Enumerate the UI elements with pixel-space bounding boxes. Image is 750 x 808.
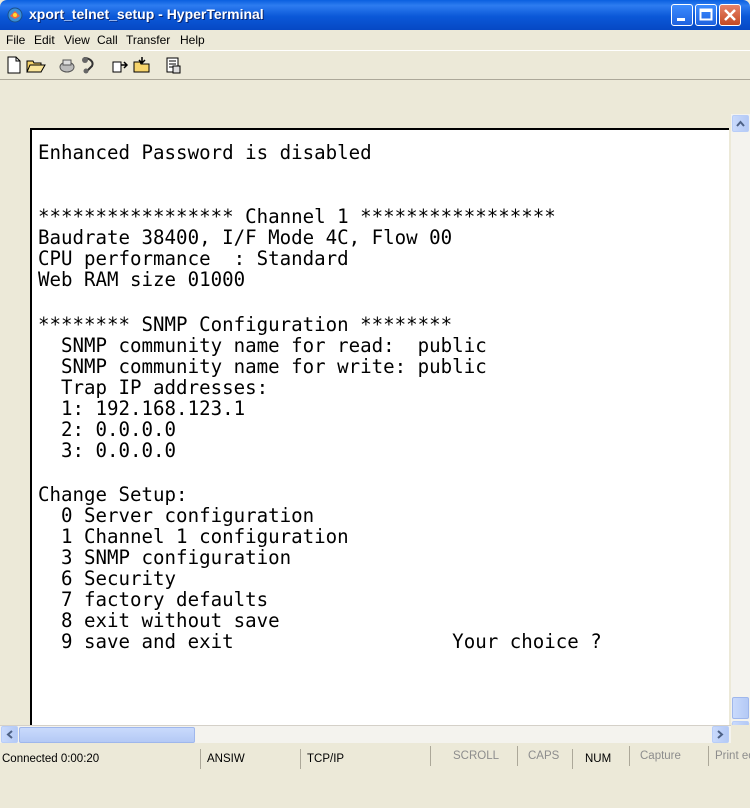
terminal-line: 7 factory defaults xyxy=(38,588,269,611)
vertical-scrollbar[interactable] xyxy=(731,114,750,738)
minimize-button[interactable] xyxy=(671,4,693,26)
menu-edit[interactable]: Edit xyxy=(34,33,55,47)
terminal-line: SNMP community name for write: public xyxy=(38,355,487,378)
terminal-line: ***************** Channel 1 ************… xyxy=(38,205,556,228)
chevron-right-icon xyxy=(717,730,724,739)
terminal-line: 1 Channel 1 configuration xyxy=(38,525,349,548)
scroll-left-button[interactable] xyxy=(1,726,18,743)
vertical-scroll-thumb[interactable] xyxy=(732,697,749,719)
terminal-line: CPU performance : Standard xyxy=(38,247,349,270)
terminal-line: Trap IP addresses: xyxy=(38,376,269,399)
menu-call[interactable]: Call xyxy=(97,33,118,47)
properties-icon[interactable] xyxy=(164,56,182,74)
horizontal-scroll-thumb[interactable] xyxy=(19,727,195,743)
maximize-button[interactable] xyxy=(695,4,717,26)
terminal-line: 8 exit without save xyxy=(38,609,280,632)
status-protocol: TCP/IP xyxy=(300,749,430,769)
menu-help[interactable]: Help xyxy=(180,33,205,47)
status-num: NUM xyxy=(572,749,629,769)
terminal-line: 2: 0.0.0.0 xyxy=(38,418,177,441)
status-caps: CAPS xyxy=(517,746,572,766)
receive-icon[interactable] xyxy=(133,56,151,74)
terminal-line: 1: 192.168.123.1 xyxy=(38,397,246,420)
status-bar: Connected 0:00:20 ANSIW TCP/IP SCROLL CA… xyxy=(0,743,750,808)
status-emulation: ANSIW xyxy=(200,749,300,769)
new-icon[interactable] xyxy=(5,56,23,74)
terminal-line: 0 Server configuration xyxy=(38,504,315,527)
status-print-echo: Print echo xyxy=(708,746,750,766)
toolbar xyxy=(0,50,750,80)
disconnect-icon[interactable] xyxy=(58,56,76,74)
connect-icon[interactable] xyxy=(80,56,98,74)
terminal-line: Web RAM size 01000 xyxy=(38,268,246,291)
terminal-line: 6 Security xyxy=(38,567,177,590)
menu-transfer[interactable]: Transfer xyxy=(126,33,170,47)
menu-bar: File Edit View Call Transfer Help xyxy=(0,30,750,50)
terminal-line: ******** SNMP Configuration ******** xyxy=(38,313,453,336)
status-scroll: SCROLL xyxy=(430,746,517,766)
status-capture: Capture xyxy=(629,746,708,766)
terminal-line: SNMP community name for read: public xyxy=(38,334,487,357)
scrollbar-corner xyxy=(731,725,750,743)
terminal-screen[interactable]: Enhanced Password is disabled **********… xyxy=(30,128,729,725)
terminal-line: Baudrate 38400, I/F Mode 4C, Flow 00 xyxy=(38,226,453,249)
close-button[interactable] xyxy=(719,4,741,26)
scroll-up-button[interactable] xyxy=(732,115,749,132)
open-icon[interactable] xyxy=(26,56,46,74)
scroll-right-button[interactable] xyxy=(712,726,729,743)
window-title: xport_telnet_setup - HyperTerminal xyxy=(29,6,264,22)
terminal-line: Change Setup: xyxy=(38,483,188,506)
horizontal-scrollbar[interactable] xyxy=(0,725,731,744)
status-connected: Connected 0:00:20 xyxy=(2,753,100,765)
send-icon[interactable] xyxy=(111,56,129,74)
terminal-line: 9 save and exit Your choice ? xyxy=(38,630,602,653)
terminal-line: Enhanced Password is disabled xyxy=(38,141,372,164)
title-bar[interactable]: xport_telnet_setup - HyperTerminal xyxy=(0,0,750,30)
chevron-up-icon xyxy=(736,120,745,127)
terminal-line: 3 SNMP configuration xyxy=(38,546,292,569)
terminal-line: 3: 0.0.0.0 xyxy=(38,439,177,462)
menu-view[interactable]: View xyxy=(64,33,90,47)
hyperterminal-app-icon[interactable] xyxy=(7,7,23,23)
chevron-left-icon xyxy=(6,730,13,739)
menu-file[interactable]: File xyxy=(6,33,25,47)
